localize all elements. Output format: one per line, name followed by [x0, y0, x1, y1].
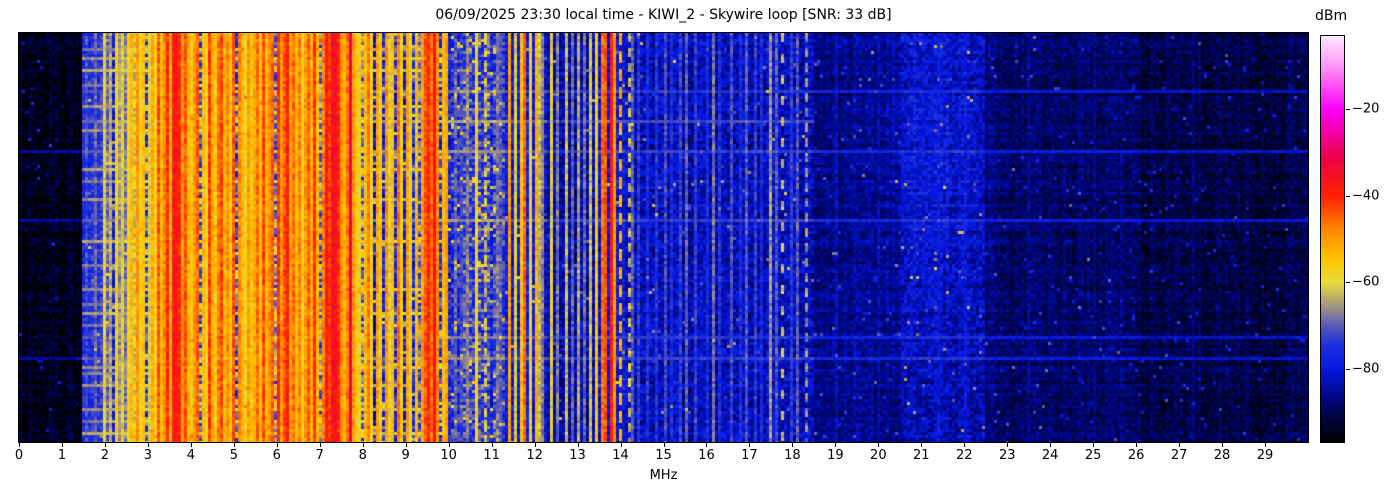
x-tick-label: 29 [1256, 448, 1274, 463]
colorbar-tick-label: −20 [1352, 101, 1380, 117]
x-tick-mark [964, 443, 966, 447]
colorbar-tick-mark [1346, 195, 1350, 197]
x-tick-label: 15 [655, 448, 672, 463]
x-tick-label: 28 [1213, 448, 1231, 463]
x-tick-label: 1 [57, 448, 67, 463]
x-tick-mark [405, 443, 407, 447]
colorbar-tick-label: −80 [1352, 361, 1380, 377]
x-tick-mark [491, 443, 493, 447]
x-tick-mark [749, 443, 751, 447]
x-tick-mark [792, 443, 794, 447]
x-tick-mark [835, 443, 837, 447]
colorbar-gradient [1320, 35, 1345, 443]
x-tick-mark [104, 443, 106, 447]
x-tick-label: 22 [955, 448, 973, 463]
x-tick-label: 26 [1127, 448, 1145, 463]
spectrogram-figure: 06/09/2025 23:30 local time - KIWI_2 - S… [0, 0, 1400, 500]
colorbar-tick-label: −60 [1352, 274, 1380, 290]
x-tick-mark [620, 443, 622, 447]
x-tick-label: 16 [698, 448, 715, 463]
x-tick-mark [147, 443, 149, 447]
x-tick-label: 8 [358, 448, 367, 463]
x-tick-label: 19 [827, 448, 844, 463]
x-tick-label: 9 [401, 448, 410, 463]
x-tick-label: 21 [913, 448, 930, 463]
x-tick-label: 6 [272, 448, 281, 463]
x-tick-label: 24 [1041, 448, 1059, 463]
x-tick-label: 7 [315, 448, 324, 463]
x-tick-mark [19, 443, 20, 447]
x-tick-mark [534, 443, 536, 447]
x-tick-mark [61, 443, 63, 447]
colorbar-tick-mark [1346, 282, 1350, 284]
x-tick-label: 12 [526, 448, 543, 463]
x-tick-label: 11 [483, 448, 500, 463]
waterfall-canvas [18, 32, 1309, 443]
x-tick-mark [1222, 443, 1224, 447]
x-tick-mark [1265, 443, 1267, 447]
chart-title: 06/09/2025 23:30 local time - KIWI_2 - S… [435, 7, 892, 23]
x-tick-mark [706, 443, 708, 447]
x-tick-label: 0 [14, 448, 24, 463]
x-tick-label: 3 [143, 448, 153, 463]
colorbar-tick-mark [1346, 369, 1350, 371]
x-tick-label: 17 [741, 448, 758, 463]
x-tick-mark [663, 443, 665, 447]
x-tick-mark [1007, 443, 1009, 447]
x-tick-label: 4 [186, 448, 195, 463]
x-tick-label: 18 [784, 448, 801, 463]
x-tick-mark [577, 443, 579, 447]
x-tick-label: 13 [569, 448, 586, 463]
x-tick-label: 27 [1170, 448, 1188, 463]
x-tick-mark [878, 443, 880, 447]
x-tick-label: 5 [229, 448, 238, 463]
x-tick-label: 2 [100, 448, 110, 463]
x-tick-mark [362, 443, 364, 447]
x-tick-label: 20 [870, 448, 887, 463]
x-tick-mark [1136, 443, 1138, 447]
x-tick-mark [276, 443, 278, 447]
colorbar-tick-label: −40 [1352, 188, 1380, 204]
x-tick-mark [190, 443, 192, 447]
x-tick-label: 10 [440, 448, 457, 463]
x-tick-mark [448, 443, 450, 447]
x-tick-mark [921, 443, 923, 447]
x-tick-label: 23 [998, 448, 1016, 463]
x-tick-mark [1093, 443, 1095, 447]
x-tick-mark [233, 443, 235, 447]
colorbar-tick-mark [1346, 108, 1350, 110]
x-axis-label: MHz [649, 468, 678, 483]
x-tick-label: 14 [612, 448, 629, 463]
x-tick-label: 25 [1084, 448, 1102, 463]
x-tick-mark [1179, 443, 1181, 447]
colorbar-unit-label: dBm [1315, 8, 1348, 24]
x-tick-mark [1050, 443, 1052, 447]
x-tick-mark [319, 443, 321, 447]
